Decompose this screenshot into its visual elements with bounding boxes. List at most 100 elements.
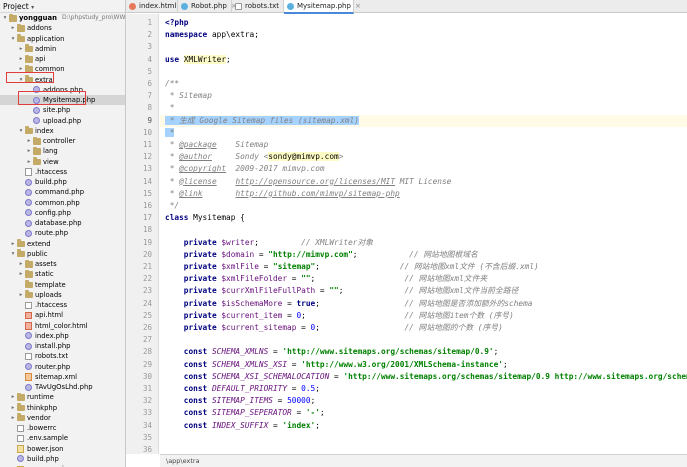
tab-robots-txt[interactable]: robots.txt× [232,0,289,13]
code-line[interactable]: private $isSchemaMore = true; // 网站地图是否添… [160,298,687,310]
tree-folder[interactable]: template [0,280,125,290]
chevron-right-icon[interactable]: ▸ [18,259,24,269]
tree-folder[interactable]: ▾ index [0,126,125,136]
code-line[interactable]: const SCHEMA_XMLNS_XSI = 'http://www.w3.… [160,359,687,371]
tree-folder[interactable]: ▸ admin [0,44,125,54]
tree-file[interactable]: api.html [0,310,125,320]
tree-file[interactable]: .htaccess [0,167,125,177]
breadcrumb-path[interactable]: \app\extra [166,457,200,465]
chevron-right-icon[interactable]: ▸ [26,136,32,146]
tree-folder[interactable]: ▸ thinkphp [0,403,125,413]
tree-folder[interactable]: ▸ addons [0,23,125,33]
chevron-down-icon[interactable]: ▾ [10,34,16,44]
chevron-right-icon[interactable]: ▸ [10,239,16,249]
tree-folder[interactable]: ▸ runtime [0,392,125,402]
code-line[interactable] [160,432,687,444]
tree-folder[interactable]: ▸ controller [0,136,125,146]
code-line[interactable]: * @copyright 2009-2017 mimvp.com [160,163,687,175]
tree-folder[interactable]: ▸ vendor [0,413,125,423]
code-line[interactable] [160,444,687,454]
tree-file[interactable]: upload.php [0,116,125,126]
tree-file[interactable]: site.php [0,105,125,115]
tab-index-html[interactable]: index.html× [126,0,186,13]
code-line[interactable]: namespace app\extra; [160,29,687,41]
tree-file[interactable]: .bowerrc [0,423,125,433]
code-line[interactable]: /** [160,78,687,90]
code-line[interactable]: const SCHEMA_XMLNS = 'http://www.sitemap… [160,346,687,358]
code-line[interactable]: * @license http://opensource.org/license… [160,176,687,188]
code-line[interactable]: const SITEMAP_ITEMS = 50000; [160,395,687,407]
project-panel-header[interactable]: Project ▾ [0,0,125,13]
code-line[interactable]: * @package Sitemap [160,139,687,151]
tree-folder[interactable]: ▾ application [0,34,125,44]
chevron-down-icon[interactable]: ▾ [2,13,8,23]
tree-file[interactable]: install.php [0,341,125,351]
tree-file[interactable]: index.php [0,331,125,341]
tree-file[interactable]: route.php [0,228,125,238]
code-line[interactable]: const SCHEMA_XSI_SCHEMALOCATION = 'http:… [160,371,687,383]
tree-file[interactable]: .env.sample [0,433,125,443]
code-line[interactable]: private $domain = "http://mimvp.com"; //… [160,249,687,261]
code-line[interactable] [160,66,687,78]
code-line[interactable]: private $xmlFileFolder = ""; // 网站地图xml文… [160,273,687,285]
tab-mysitemap-php[interactable]: Mysitemap.php × [284,0,361,14]
code-line[interactable]: private $writer; // XMLWriter对象 [160,237,687,249]
code-line[interactable]: * [160,127,687,139]
chevron-right-icon[interactable]: ▸ [10,392,16,402]
chevron-right-icon[interactable]: ▸ [26,157,32,167]
code-line[interactable] [160,224,687,236]
code-line[interactable]: private $xmlFile = "sitemap"; // 网站地图xml… [160,261,687,273]
tree-file[interactable]: sitemap.xml [0,372,125,382]
code-line[interactable]: private $current_item = 0; // 网站地图item个数… [160,310,687,322]
chevron-down-icon[interactable]: ▾ [18,126,24,136]
code-line[interactable]: private $current_sitemap = 0; // 网站地图的个数… [160,322,687,334]
code-line[interactable]: * @author Sondy <sondy@mimvp.com> [160,151,687,163]
tree-file[interactable]: build.php [0,177,125,187]
tree-folder[interactable]: ▸ view [0,157,125,167]
chevron-right-icon[interactable]: ▸ [10,23,16,33]
chevron-right-icon[interactable]: ▸ [10,413,16,423]
tree-file[interactable]: database.php [0,218,125,228]
code-line[interactable]: * Sitemap [160,90,687,102]
tree-folder[interactable]: ▾ public [0,249,125,259]
tree-folder[interactable]: ▸ api [0,54,125,64]
tree-file[interactable]: router.php [0,362,125,372]
code-line[interactable]: * [160,102,687,114]
tree-root[interactable]: ▾ yongguan D:\phpstudy_pro\WWW\yongguan [0,13,125,23]
tree-folder[interactable]: ▸ lang [0,146,125,156]
chevron-right-icon[interactable]: ▸ [10,403,16,413]
code-line[interactable]: <?php [160,17,687,29]
tree-file[interactable]: TAvUgOsLhd.php [0,382,125,392]
tree-folder[interactable]: ▸ static [0,269,125,279]
chevron-down-icon[interactable]: ▾ [31,4,34,11]
chevron-right-icon[interactable]: ▸ [18,44,24,54]
tree-file[interactable]: bower.json [0,444,125,454]
code-editor[interactable]: <?php namespace app\extra; use XMLWriter; /… [160,14,687,454]
chevron-down-icon[interactable]: ▾ [10,249,16,259]
chevron-right-icon[interactable]: ▸ [18,269,24,279]
tree-file[interactable]: config.php [0,208,125,218]
code-line[interactable]: class Mysitemap { [160,212,687,224]
code-line[interactable]: const INDEX_SUFFIX = 'index'; [160,420,687,432]
code-line[interactable]: const SITEMAP_SEPERATOR = '-'; [160,407,687,419]
chevron-right-icon[interactable]: ▸ [26,146,32,156]
tree-file[interactable]: build.php [0,454,125,464]
chevron-right-icon[interactable]: ▸ [18,54,24,64]
tree-file[interactable]: robots.txt [0,351,125,361]
tree-file[interactable]: common.php [0,198,125,208]
tree-folder[interactable]: ▸ uploads [0,290,125,300]
tree-folder[interactable]: ▸ assets [0,259,125,269]
code-line[interactable]: */ [160,200,687,212]
code-line[interactable]: private $currXmlFileFullPath = ""; // 网站… [160,285,687,297]
code-line[interactable]: * 生成 Google Sitemap files (sitemap.xml) [160,114,687,127]
tree-file[interactable]: command.php [0,187,125,197]
code-line[interactable] [160,334,687,346]
code-line[interactable]: * @link http://github.com/mimvp/sitemap-… [160,188,687,200]
tree-file[interactable]: html_color.html [0,321,125,331]
close-icon[interactable]: × [355,2,361,10]
code-line[interactable] [160,41,687,53]
code-line[interactable]: use XMLWriter; [160,54,687,66]
tab-robot-php[interactable]: Robot.php × [178,0,237,13]
tree-file[interactable]: .htaccess [0,300,125,310]
tree-folder[interactable]: ▸ extend [0,239,125,249]
